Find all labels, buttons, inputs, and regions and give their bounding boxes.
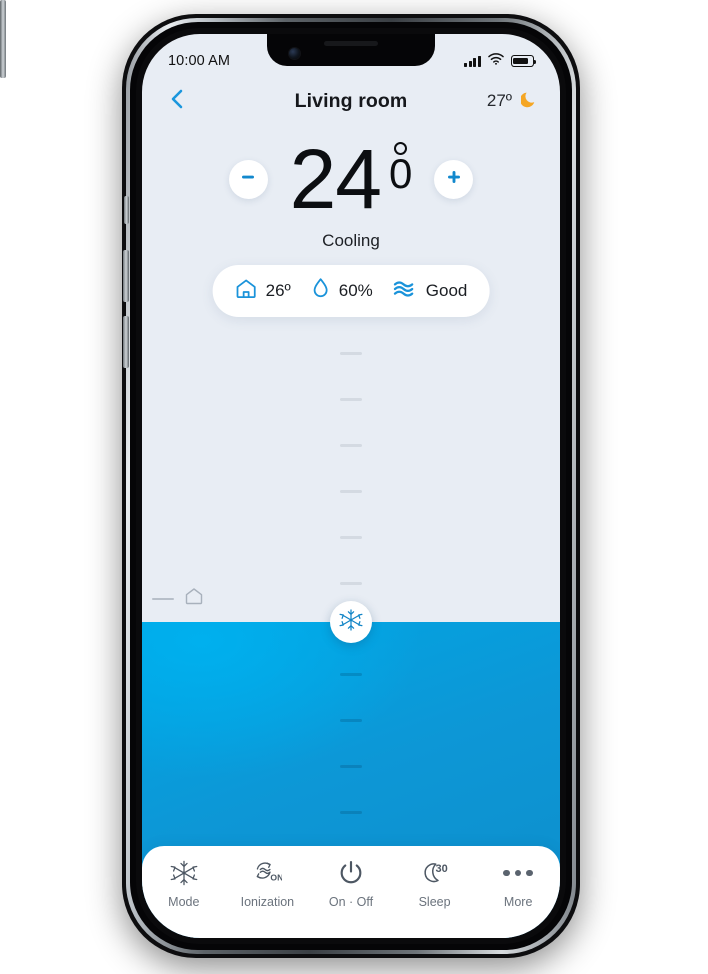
volume-up-button[interactable] bbox=[123, 250, 129, 302]
nav-item-on-off[interactable]: On · Off bbox=[313, 857, 389, 909]
nav-item-sleep[interactable]: 30 Sleep bbox=[397, 857, 473, 909]
ambient-temperature-marker bbox=[152, 586, 204, 611]
nav-item-ionization[interactable]: ON Ionization bbox=[229, 857, 305, 909]
outdoor-weather: 27º bbox=[487, 89, 538, 113]
status-indicators bbox=[463, 52, 537, 70]
tick-mark bbox=[340, 397, 362, 401]
bottom-navigation: Mode ON Ionization On · Off 30 Sleep Mor… bbox=[142, 846, 560, 938]
droplet-icon bbox=[311, 277, 331, 305]
tick-mark bbox=[340, 535, 362, 539]
nav-label-sleep: Sleep bbox=[418, 895, 451, 909]
tick-mark bbox=[340, 765, 362, 769]
target-temp-decimal: 0 bbox=[389, 150, 413, 197]
tick-mark bbox=[340, 811, 362, 815]
house-icon bbox=[235, 277, 258, 305]
front-camera-icon bbox=[289, 48, 300, 59]
phone-notch bbox=[267, 34, 435, 66]
ionization-icon: ON bbox=[252, 857, 282, 889]
plus-icon bbox=[445, 168, 463, 191]
nav-item-more[interactable]: More bbox=[480, 857, 556, 909]
target-temp-integer: 24 bbox=[289, 132, 382, 226]
tick-mark bbox=[340, 443, 362, 447]
minus-icon bbox=[239, 168, 257, 191]
nav-label-mode: Mode bbox=[168, 895, 200, 909]
slider-handle[interactable] bbox=[330, 601, 372, 643]
snowflake-icon bbox=[170, 857, 198, 889]
tick-mark bbox=[340, 489, 362, 493]
decrease-temperature-button[interactable] bbox=[228, 159, 268, 199]
battery-icon bbox=[511, 55, 537, 67]
outdoor-temperature: 27º bbox=[486, 91, 512, 110]
indoor-temperature-item: 26º bbox=[235, 277, 291, 305]
mute-switch-button[interactable] bbox=[124, 196, 129, 224]
tick-mark bbox=[340, 719, 362, 723]
nav-label-ionization: Ionization bbox=[240, 895, 295, 909]
moon-timer-icon: 30 bbox=[419, 857, 451, 889]
svg-text:30: 30 bbox=[435, 863, 447, 875]
tick-mark bbox=[340, 581, 362, 585]
room-conditions-pill: 26º 60% Good bbox=[212, 265, 490, 317]
increase-temperature-button[interactable] bbox=[434, 159, 474, 199]
nav-label-on-off: On · Off bbox=[328, 895, 374, 909]
screen-header: Living room 27º bbox=[142, 80, 560, 122]
snowflake-icon bbox=[339, 608, 363, 637]
humidity-value: 60% bbox=[338, 281, 373, 300]
air-quality-value: Good bbox=[425, 281, 468, 300]
earpiece-speaker bbox=[324, 41, 378, 46]
house-outline-icon bbox=[184, 586, 204, 611]
air-waves-icon bbox=[393, 279, 418, 304]
ellipsis-icon bbox=[503, 857, 533, 889]
tick-mark bbox=[340, 673, 362, 677]
tick-mark bbox=[340, 352, 362, 355]
screenshot-root: 10:00 AM Living room 27º 24 0 Cooling 26… bbox=[0, 0, 708, 974]
humidity-item: 60% bbox=[311, 277, 373, 305]
nav-label-more: More bbox=[503, 895, 533, 909]
target-temp-fraction: 0 bbox=[389, 142, 413, 197]
crescent-moon-icon bbox=[519, 89, 538, 113]
wifi-icon bbox=[488, 52, 504, 70]
temperature-control: 24 0 bbox=[142, 132, 560, 226]
power-icon bbox=[337, 857, 365, 889]
status-clock: 10:00 AM bbox=[168, 53, 231, 69]
volume-down-button[interactable] bbox=[123, 316, 129, 368]
nav-item-mode[interactable]: Mode bbox=[146, 857, 222, 909]
cellular-signal-icon bbox=[463, 55, 481, 67]
mode-status-label: Cooling bbox=[322, 231, 380, 250]
svg-text:ON: ON bbox=[271, 873, 283, 883]
target-temperature: 24 0 bbox=[289, 132, 413, 226]
power-side-button[interactable] bbox=[0, 0, 6, 78]
air-quality-item: Good bbox=[393, 279, 468, 304]
marker-dash bbox=[152, 597, 174, 600]
indoor-temperature-value: 26º bbox=[265, 281, 291, 300]
phone-screen: 10:00 AM Living room 27º 24 0 Cooling 26… bbox=[142, 34, 560, 938]
